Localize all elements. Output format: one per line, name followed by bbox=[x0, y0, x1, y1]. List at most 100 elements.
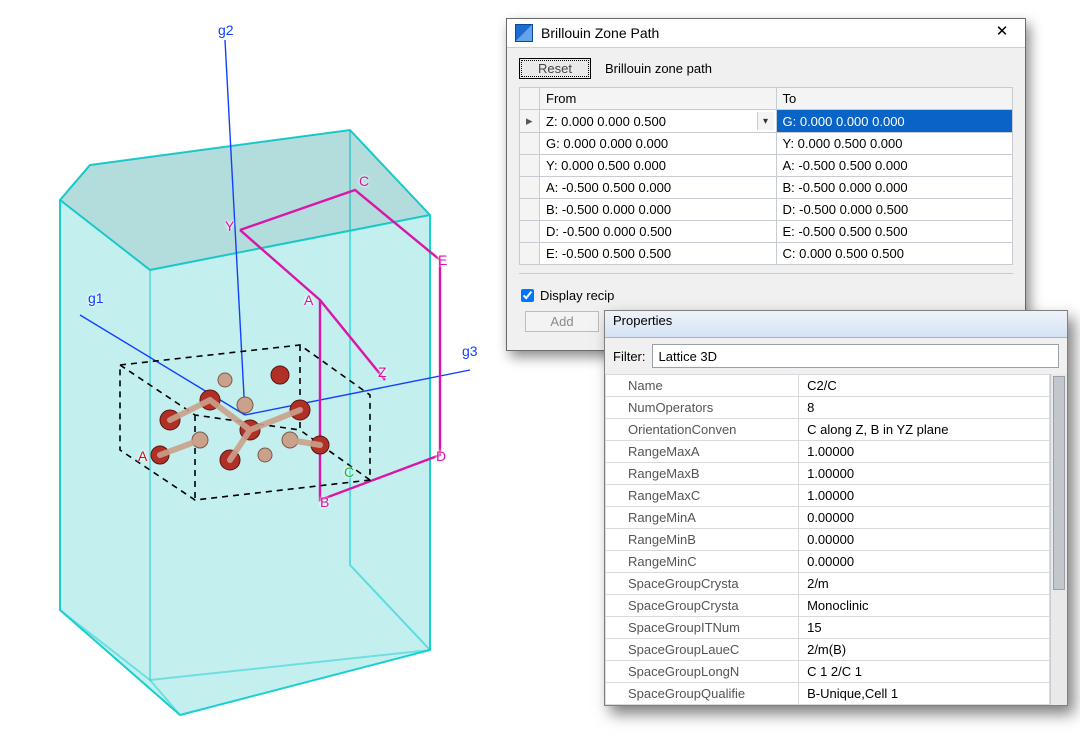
property-value[interactable]: 2/m bbox=[799, 573, 1050, 595]
table-row[interactable]: Y: 0.000 0.500 0.000A: -0.500 0.500 0.00… bbox=[520, 155, 1013, 177]
property-row[interactable]: SpaceGroupQualifieB-Unique,Cell 1 bbox=[606, 683, 1050, 705]
to-cell[interactable]: G: 0.000 0.000 0.000 bbox=[776, 110, 1013, 133]
property-value[interactable]: C along Z, B in YZ plane bbox=[799, 419, 1050, 441]
to-cell[interactable]: E: -0.500 0.500 0.500 bbox=[776, 221, 1013, 243]
row-handle[interactable] bbox=[520, 177, 540, 199]
property-name: SpaceGroupITNum bbox=[606, 617, 799, 639]
property-name: SpaceGroupQualifie bbox=[606, 683, 799, 705]
property-value[interactable]: Monoclinic bbox=[799, 595, 1050, 617]
property-row[interactable]: RangeMaxC1.00000 bbox=[606, 485, 1050, 507]
property-value[interactable]: 1.00000 bbox=[799, 463, 1050, 485]
property-row[interactable]: RangeMinC0.00000 bbox=[606, 551, 1050, 573]
property-name: RangeMinB bbox=[606, 529, 799, 551]
table-row[interactable]: D: -0.500 0.000 0.500E: -0.500 0.500 0.5… bbox=[520, 221, 1013, 243]
property-name: RangeMinC bbox=[606, 551, 799, 573]
property-row[interactable]: OrientationConvenC along Z, B in YZ plan… bbox=[606, 419, 1050, 441]
property-value[interactable]: 0.00000 bbox=[799, 551, 1050, 573]
table-row[interactable]: ▸Z: 0.000 0.000 0.500▾G: 0.000 0.000 0.0… bbox=[520, 110, 1013, 133]
chevron-down-icon[interactable]: ▾ bbox=[757, 112, 774, 130]
row-handle[interactable]: ▸ bbox=[520, 110, 540, 133]
row-handle[interactable] bbox=[520, 243, 540, 265]
properties-panel: Properties Filter: NameC2/CNumOperators8… bbox=[604, 310, 1068, 706]
table-row[interactable]: B: -0.500 0.000 0.000D: -0.500 0.000 0.5… bbox=[520, 199, 1013, 221]
point-d: D bbox=[436, 448, 446, 464]
add-button[interactable]: Add bbox=[525, 311, 599, 332]
property-value[interactable]: B-Unique,Cell 1 bbox=[799, 683, 1050, 705]
property-value[interactable]: 1.00000 bbox=[799, 441, 1050, 463]
table-row[interactable]: G: 0.000 0.000 0.000Y: 0.000 0.500 0.000 bbox=[520, 133, 1013, 155]
property-row[interactable]: NameC2/C bbox=[606, 375, 1050, 397]
col-from[interactable]: From bbox=[540, 88, 777, 110]
property-row[interactable]: RangeMaxA1.00000 bbox=[606, 441, 1050, 463]
axis-g2-label: g2 bbox=[218, 22, 234, 38]
viewport-canvas bbox=[0, 0, 520, 743]
close-button[interactable]: ✕ bbox=[985, 23, 1019, 43]
window-titlebar[interactable]: Brillouin Zone Path ✕ bbox=[507, 19, 1025, 48]
from-cell[interactable]: G: 0.000 0.000 0.000 bbox=[540, 133, 777, 155]
table-row[interactable]: E: -0.500 0.500 0.500C: 0.000 0.500 0.50… bbox=[520, 243, 1013, 265]
property-value[interactable]: 15 bbox=[799, 617, 1050, 639]
point-z: Z bbox=[378, 364, 387, 380]
to-cell[interactable]: Y: 0.000 0.500 0.000 bbox=[776, 133, 1013, 155]
from-cell[interactable]: Y: 0.000 0.500 0.000 bbox=[540, 155, 777, 177]
point-e: E bbox=[438, 252, 447, 268]
property-value[interactable]: C2/C bbox=[799, 375, 1050, 397]
properties-grid[interactable]: NameC2/CNumOperators8OrientationConvenC … bbox=[605, 374, 1050, 705]
display-reciprocal-label: Display recip bbox=[540, 288, 614, 303]
property-name: OrientationConven bbox=[606, 419, 799, 441]
app-icon bbox=[515, 24, 533, 42]
property-row[interactable]: SpaceGroupLaueC2/m(B) bbox=[606, 639, 1050, 661]
property-name: RangeMaxB bbox=[606, 463, 799, 485]
property-value[interactable]: 2/m(B) bbox=[799, 639, 1050, 661]
property-value[interactable]: 0.00000 bbox=[799, 507, 1050, 529]
path-table[interactable]: From To ▸Z: 0.000 0.000 0.500▾G: 0.000 0… bbox=[519, 87, 1013, 265]
display-reciprocal-checkbox[interactable]: Display recip bbox=[519, 288, 614, 303]
to-cell[interactable]: D: -0.500 0.000 0.500 bbox=[776, 199, 1013, 221]
from-cell[interactable]: B: -0.500 0.000 0.000 bbox=[540, 199, 777, 221]
property-value[interactable]: 1.00000 bbox=[799, 485, 1050, 507]
property-name: SpaceGroupLongN bbox=[606, 661, 799, 683]
property-row[interactable]: SpaceGroupLongNC 1 2/C 1 bbox=[606, 661, 1050, 683]
to-cell[interactable]: B: -0.500 0.000 0.000 bbox=[776, 177, 1013, 199]
from-cell[interactable]: Z: 0.000 0.000 0.500▾ bbox=[540, 110, 777, 133]
brillouin-3d-viewport[interactable]: g2 g1 g3 Y C E A Z B D C A bbox=[0, 0, 520, 743]
property-name: SpaceGroupLaueC bbox=[606, 639, 799, 661]
point-a-red: A bbox=[138, 448, 147, 464]
to-cell[interactable]: C: 0.000 0.500 0.500 bbox=[776, 243, 1013, 265]
property-row[interactable]: RangeMinB0.00000 bbox=[606, 529, 1050, 551]
property-row[interactable]: SpaceGroupCrysta2/m bbox=[606, 573, 1050, 595]
property-name: SpaceGroupCrysta bbox=[606, 595, 799, 617]
property-value[interactable]: 0.00000 bbox=[799, 529, 1050, 551]
scrollbar[interactable] bbox=[1050, 374, 1067, 705]
display-reciprocal-input[interactable] bbox=[521, 289, 534, 302]
window-title: Brillouin Zone Path bbox=[541, 25, 659, 41]
scrollbar-thumb[interactable] bbox=[1053, 376, 1065, 590]
axis-g1-label: g1 bbox=[88, 290, 104, 306]
property-name: Name bbox=[606, 375, 799, 397]
brillouin-zone-path-window: Brillouin Zone Path ✕ Reset Brillouin zo… bbox=[506, 18, 1026, 351]
row-handle-header bbox=[520, 88, 540, 110]
filter-label: Filter: bbox=[613, 349, 646, 364]
property-row[interactable]: RangeMaxB1.00000 bbox=[606, 463, 1050, 485]
property-value[interactable]: 8 bbox=[799, 397, 1050, 419]
row-handle[interactable] bbox=[520, 221, 540, 243]
property-row[interactable]: RangeMinA0.00000 bbox=[606, 507, 1050, 529]
point-y: Y bbox=[225, 218, 234, 234]
from-cell[interactable]: D: -0.500 0.000 0.500 bbox=[540, 221, 777, 243]
row-handle[interactable] bbox=[520, 155, 540, 177]
row-handle[interactable] bbox=[520, 199, 540, 221]
from-cell[interactable]: E: -0.500 0.500 0.500 bbox=[540, 243, 777, 265]
axis-g3-label: g3 bbox=[462, 343, 478, 359]
col-to[interactable]: To bbox=[776, 88, 1013, 110]
reset-button[interactable]: Reset bbox=[519, 58, 591, 79]
property-row[interactable]: NumOperators8 bbox=[606, 397, 1050, 419]
properties-title[interactable]: Properties bbox=[605, 311, 1067, 338]
row-handle[interactable] bbox=[520, 133, 540, 155]
property-value[interactable]: C 1 2/C 1 bbox=[799, 661, 1050, 683]
property-row[interactable]: SpaceGroupCrystaMonoclinic bbox=[606, 595, 1050, 617]
filter-input[interactable] bbox=[652, 344, 1060, 368]
table-row[interactable]: A: -0.500 0.500 0.000B: -0.500 0.000 0.0… bbox=[520, 177, 1013, 199]
from-cell[interactable]: A: -0.500 0.500 0.000 bbox=[540, 177, 777, 199]
property-row[interactable]: SpaceGroupITNum15 bbox=[606, 617, 1050, 639]
to-cell[interactable]: A: -0.500 0.500 0.000 bbox=[776, 155, 1013, 177]
